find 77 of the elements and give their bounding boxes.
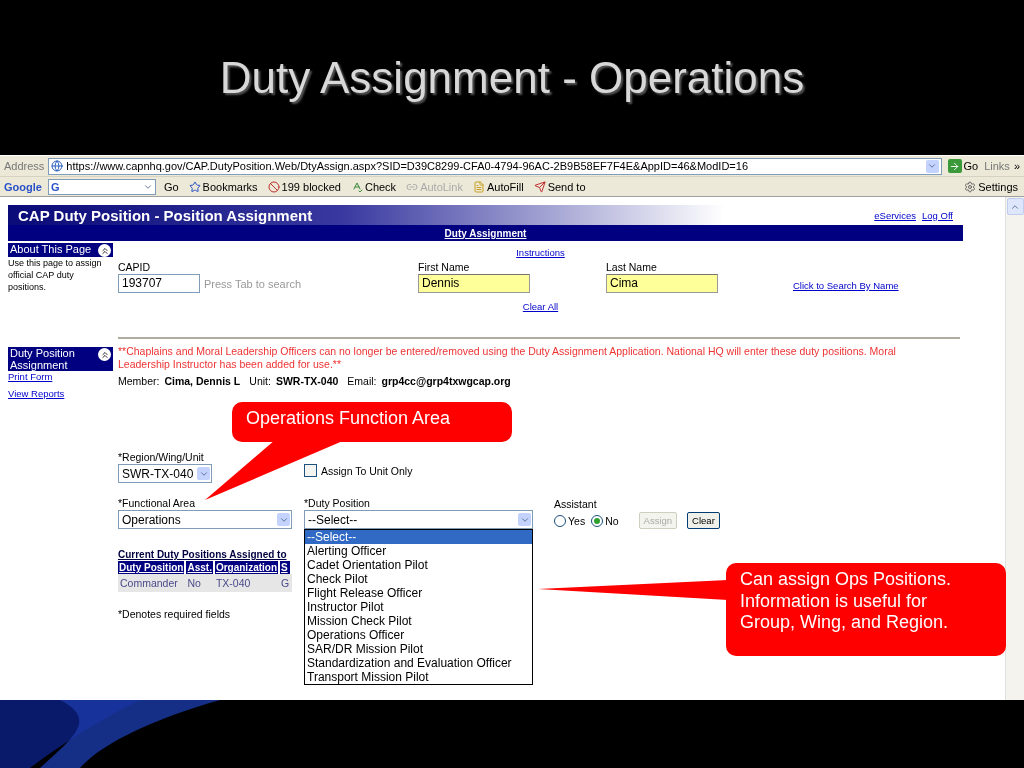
text-field[interactable]: 193707 [118,274,200,293]
scroll-up-icon[interactable] [1006,198,1024,215]
callout: Can assign Ops Positions. Information is useful for Group, Wing, and Region. [726,563,1006,656]
table-cell: G [279,574,292,592]
column-header[interactable]: Asst. [185,561,214,574]
star-icon [188,180,201,193]
go-button[interactable]: Go [161,180,181,193]
section-title[interactable]: Duty Assignment [444,227,527,239]
field-label: Assistant [554,498,598,510]
document-icon [472,180,485,193]
gear-icon [964,180,977,193]
collapse-icon[interactable] [98,244,111,257]
required-note: *Denotes required fields [118,608,231,620]
collapse-icon[interactable] [98,348,111,361]
search-by-name-link[interactable]: Click to Search By Name [793,280,899,291]
radio-button[interactable]: Yes [554,514,586,527]
toolbar-button[interactable]: Send to [531,180,588,193]
scrollbar[interactable] [1005,197,1024,700]
region-select[interactable]: SWR-TX-040 [118,464,212,483]
column-header[interactable]: Duty Position [118,561,186,574]
slide-title: Duty Assignment - Operations [219,52,805,103]
form-button[interactable]: Clear [687,512,720,529]
caret-icon[interactable] [518,513,531,526]
field-label: Last Name [606,261,658,273]
member-label: Unit: [249,375,271,387]
toolbar-button[interactable]: Bookmarks [186,180,260,193]
page-icon [51,160,64,172]
header-link[interactable]: Log Off [922,209,953,221]
notice-text: **Chaplains and Moral Leadership Officers can no longer be entered/removed using the Duty Assignment Application. National HQ will enter these duty positions. Moral Leadership Instructor has been added for use.** [118,345,897,371]
search-hint: Press Tab to search [204,277,301,290]
text-field[interactable]: Dennis [418,274,530,293]
member-value: SWR-TX-040 [275,375,339,387]
member-label: Member: [118,375,160,387]
caret-icon[interactable] [197,467,210,480]
instructions-link[interactable]: Instructions [516,246,565,258]
field-label: *Functional Area [118,497,197,509]
caret-icon[interactable] [277,513,290,526]
header-link[interactable]: eServices [874,209,916,221]
address-label: Address [4,160,45,172]
go-button[interactable]: Go [945,159,981,173]
settings-button[interactable]: Settings [962,180,1020,193]
sidebar-link[interactable]: View Reports [8,388,113,399]
search-field[interactable]: G [47,178,156,195]
toolbar-button[interactable]: AutoFill [470,180,526,193]
assign-unit-checkbox[interactable]: Assign To Unit Only [304,464,554,483]
callout: Operations Function Area [232,402,512,442]
blocked-icon [267,180,280,193]
toolbar-button[interactable]: 199 blocked [265,180,343,193]
radio-button[interactable]: No [591,514,619,527]
send-icon [533,180,546,193]
table-cell: Commander [118,574,186,592]
table-heading: Current Duty Positions Assigned to [118,549,287,560]
field-label: CAPID [118,261,152,273]
column-header[interactable]: Organization [213,561,280,574]
toolbar-button[interactable]: Check [348,180,399,193]
field-label: *Duty Position [304,497,371,509]
member-value: Cima, Dennis L [164,375,241,387]
sidebar-heading[interactable]: Duty Position Assignment [8,347,113,371]
functional-area-select[interactable]: Operations [118,510,292,529]
google-logo: Google [4,180,42,193]
sidebar-link[interactable]: Print Form [8,371,113,382]
sidebar-text: Use this page to assign official CAP duty positions. [8,257,103,293]
dropdown-icon[interactable] [925,159,939,173]
member-value: grp4cc@grp4txwgcap.org [381,375,511,387]
table-cell: TX-040 [213,574,280,592]
field-label: First Name [418,261,471,273]
address-field[interactable]: https://www.capnhq.gov/CAP.DutyPosition.Web/DtyAssign.aspx?SID=D39C8299-CFA0-4794-96AC-2B9B58EF7F4E&AppID=46&ModID=16 [48,157,942,175]
more-chevron[interactable]: » [1013,160,1020,172]
member-label: Email: [347,375,377,387]
page-title: CAP Duty Position - Position Assignment [18,206,313,224]
table-cell: No [185,574,214,592]
sidebar-heading[interactable]: About This Page [8,243,113,257]
links-label[interactable]: Links [984,160,1010,172]
clear-all-link[interactable]: Clear All [522,300,559,312]
dropdown-option[interactable]: --Select-- [305,530,532,544]
field-label: *Region/Wing/Unit [118,451,205,463]
text-field[interactable]: Cima [606,274,718,293]
